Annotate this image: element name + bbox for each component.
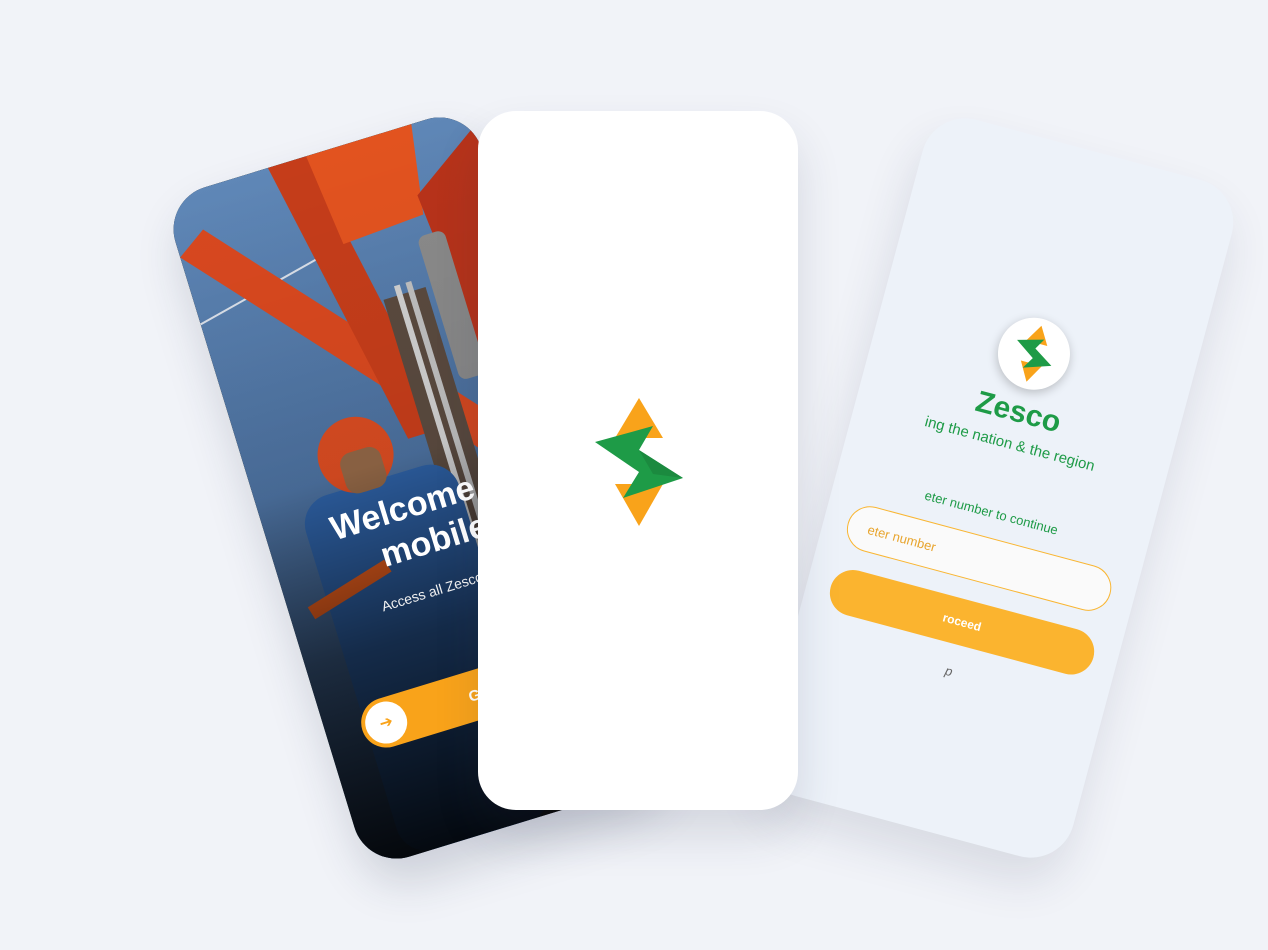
zesco-lightning-logo-icon [1017,325,1052,382]
splash-screen [478,111,798,810]
logo-badge [989,309,1079,398]
zesco-lightning-logo-icon [595,398,683,526]
login-screen: Zesco ing the nation & the region eter n… [752,108,1244,868]
